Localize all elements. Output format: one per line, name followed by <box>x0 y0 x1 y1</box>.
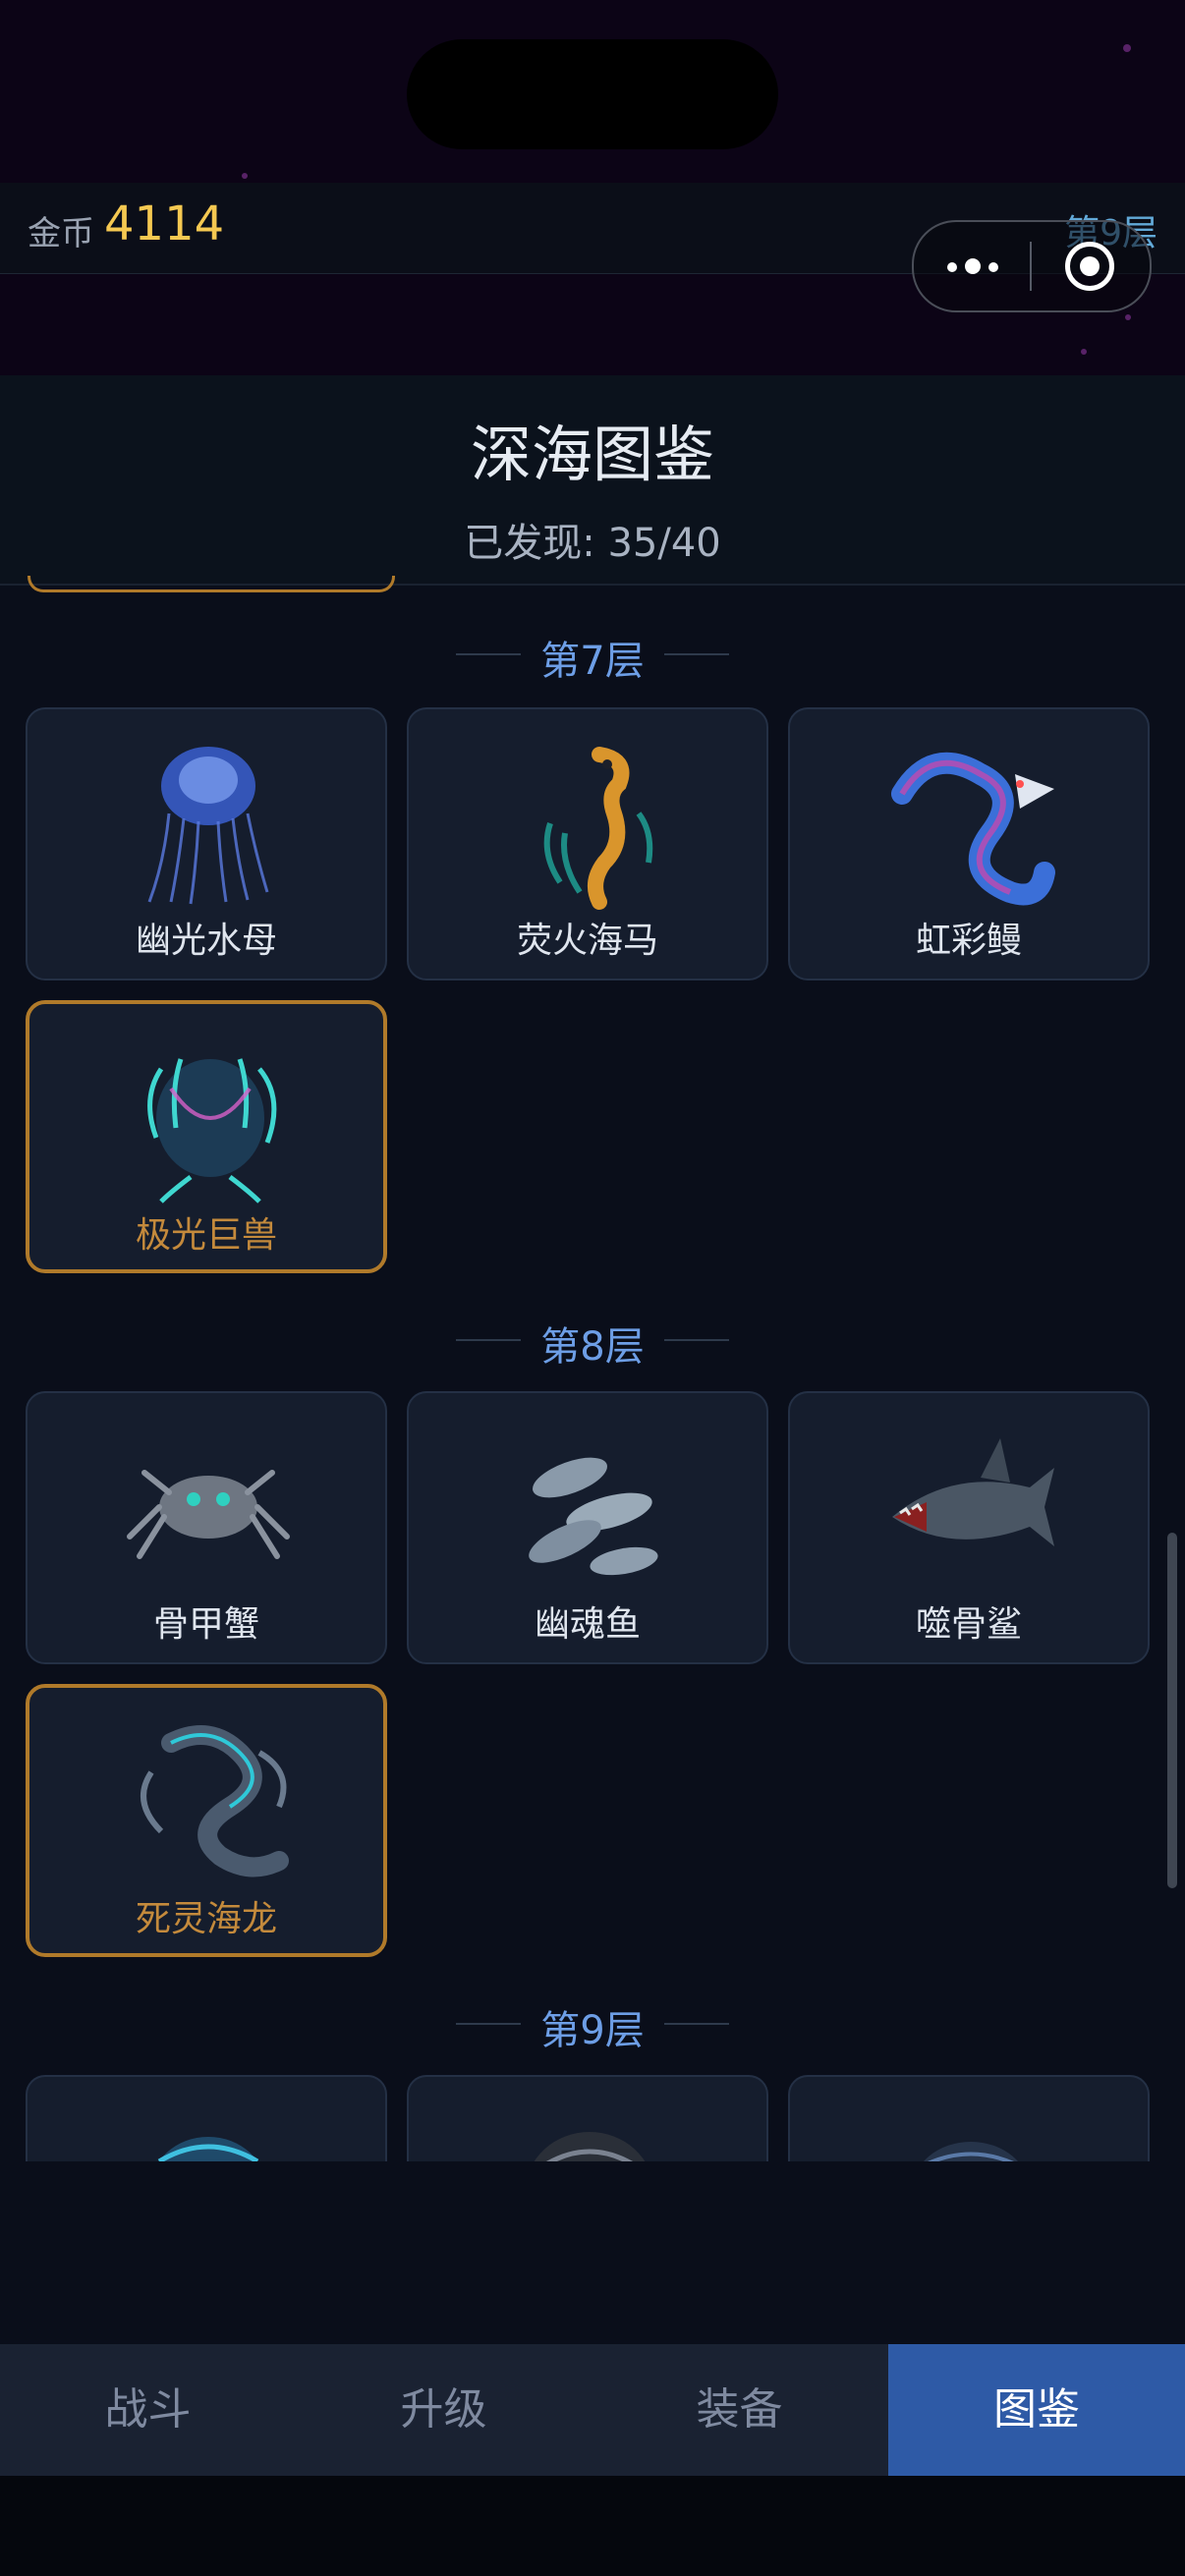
creature-name: 虹彩鳗 <box>915 921 1022 961</box>
creature-name: 极光巨兽 <box>135 1215 277 1256</box>
camera-notch <box>407 39 778 149</box>
creature-partial-icon <box>157 2137 259 2161</box>
close-dot-icon <box>1080 256 1100 276</box>
section-floor-7: 第7层 <box>0 625 1185 684</box>
creature-card-jellyfish[interactable]: 幽光水母 <box>26 707 387 980</box>
creature-name: 幽魂鱼 <box>534 1604 641 1645</box>
creature-partial-icon <box>534 2132 646 2161</box>
jellyfish-icon <box>147 747 269 905</box>
shark-icon <box>892 1438 1054 1546</box>
aurora-beast-icon <box>147 1058 277 1204</box>
star-particle <box>1123 44 1131 52</box>
miniprogram-capsule <box>912 220 1152 312</box>
crab-icon <box>127 1470 290 1559</box>
creature-name: 荧火海马 <box>516 921 658 961</box>
star-particle <box>242 173 248 179</box>
creature-name: 死灵海龙 <box>135 1899 277 1939</box>
section-divider <box>664 653 729 655</box>
eel-icon <box>891 752 1055 906</box>
star-particle <box>1125 314 1131 320</box>
ghost-fish-icon <box>529 1457 658 1576</box>
close-button[interactable] <box>1032 222 1148 310</box>
more-dot-icon <box>947 262 957 272</box>
creature-card-ghost-fish[interactable]: 幽魂鱼 <box>407 1391 768 1664</box>
creature-card-crab[interactable]: 骨甲蟹 <box>26 1391 387 1664</box>
bottom-tab-bar: 战斗 升级 装备 图鉴 <box>0 2344 1185 2476</box>
creature-card-shark[interactable]: 噬骨鲨 <box>788 1391 1150 1664</box>
creature-card-partial[interactable] <box>407 2075 768 2161</box>
creature-card-seahorse[interactable]: 荧火海马 <box>407 707 768 980</box>
tab-codex[interactable]: 图鉴 <box>888 2344 1185 2476</box>
creature-card-eel[interactable]: 虹彩鳗 <box>788 707 1150 980</box>
section-floor-8: 第8层 <box>0 1311 1185 1370</box>
more-dot-icon <box>965 258 981 274</box>
creature-card-partial[interactable] <box>788 2075 1150 2161</box>
page-title: 深海图鉴 <box>470 419 714 490</box>
section-floor-9: 第9层 <box>0 1994 1185 2053</box>
sea-dragon-icon <box>141 1725 289 1877</box>
coin-value: 4114 <box>104 196 225 252</box>
previous-boss-card-edge[interactable] <box>28 576 395 592</box>
creature-card-partial[interactable] <box>26 2075 387 2161</box>
discovered-count: 已发现: 35/40 <box>464 521 721 566</box>
seahorse-icon <box>543 747 653 910</box>
section-divider <box>664 2023 729 2025</box>
tab-battle[interactable]: 战斗 <box>0 2344 296 2476</box>
scroll-clip <box>0 2073 1185 2161</box>
creature-card-sea-dragon[interactable]: 死灵海龙 <box>26 1684 387 1957</box>
scrollbar[interactable] <box>1167 1533 1177 1888</box>
tab-equipment[interactable]: 装备 <box>592 2344 887 2476</box>
section-divider <box>664 1339 729 1341</box>
creature-name: 幽光水母 <box>135 921 277 961</box>
bottom-safe-area <box>0 2476 1185 2576</box>
coin-label: 金币 <box>28 214 94 253</box>
section-label: 第8层 <box>540 1324 645 1370</box>
creature-name: 骨甲蟹 <box>152 1604 259 1645</box>
tab-upgrade[interactable]: 升级 <box>296 2344 592 2476</box>
creature-card-aurora-beast[interactable]: 极光巨兽 <box>26 1000 387 1273</box>
creature-partial-icon <box>924 2142 1018 2161</box>
creature-name: 噬骨鲨 <box>915 1604 1022 1645</box>
more-button[interactable] <box>914 222 1030 310</box>
more-dot-icon <box>988 262 998 272</box>
section-label: 第9层 <box>540 2008 645 2053</box>
star-particle <box>1081 349 1087 355</box>
section-label: 第7层 <box>540 639 645 684</box>
